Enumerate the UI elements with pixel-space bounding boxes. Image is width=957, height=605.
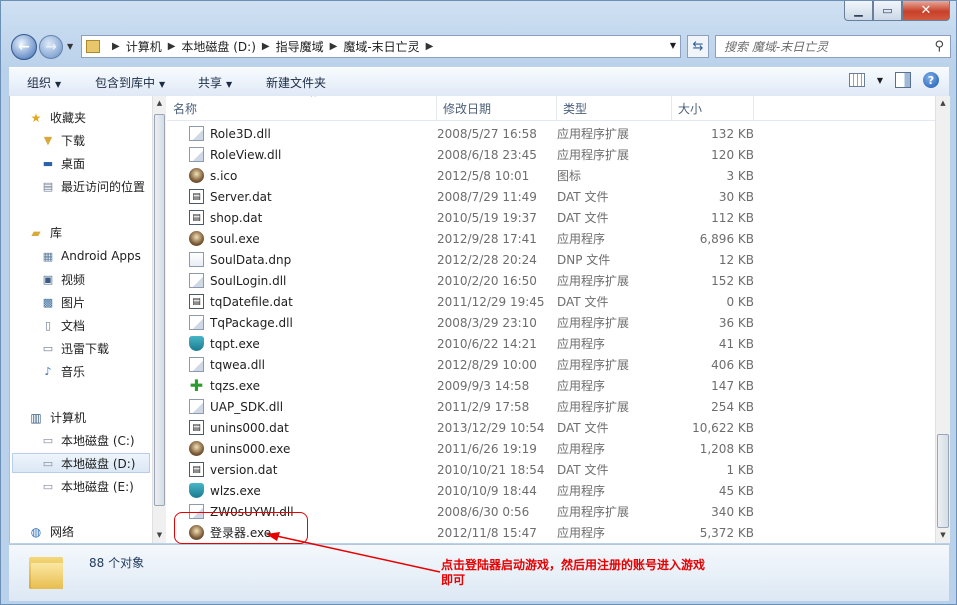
annotation-text: 点击登陆器启动游戏，然后用注册的账号进入游戏 即可	[441, 558, 741, 588]
annotation-arrow	[266, 532, 441, 573]
annotation-line-1: 点击登陆器启动游戏，然后用注册的账号进入游戏	[441, 558, 706, 572]
annotation-line-2: 即可	[441, 573, 466, 587]
